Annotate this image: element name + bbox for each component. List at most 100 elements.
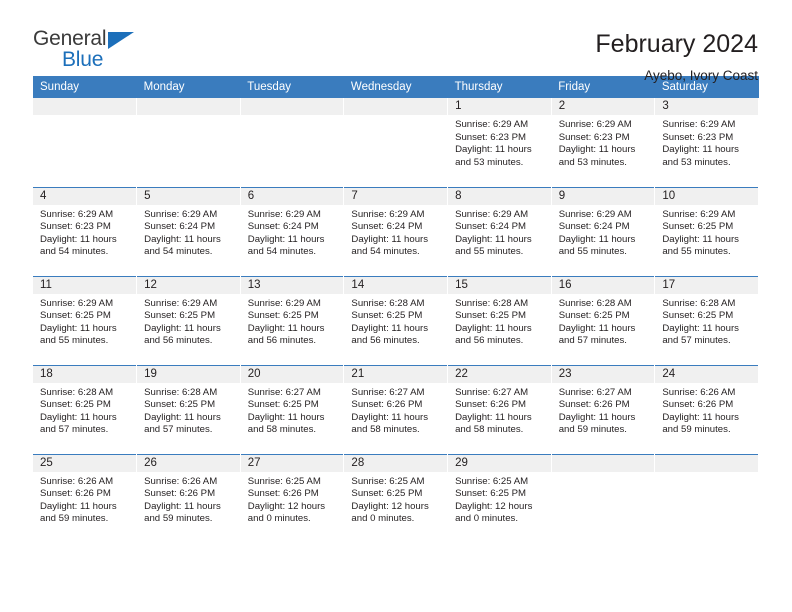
calendar-week-row: 11 Sunrise: 6:29 AM Sunset: 6:25 PM Dayligh… [33,275,759,365]
calendar-day-cell[interactable]: 26 Sunrise: 6:26 AM Sunset: 6:26 PM Dayligh… [136,453,241,543]
daylight-text: Daylight: 11 hours [247,411,325,423]
sunrise-text: Sunrise: 6:28 AM [455,297,529,309]
day-details: Sunrise: 6:29 AM Sunset: 6:24 PM Daylight:… [448,205,551,259]
calendar-day-cell[interactable]: 25 Sunrise: 6:26 AM Sunset: 6:26 PM Dayligh… [33,453,138,543]
calendar-day-cell[interactable]: 23 Sunrise: 6:27 AM Sunset: 6:26 PM Dayligh… [551,364,656,454]
day-number: 15 [448,276,551,294]
daylight-text: Daylight: 11 hours [247,322,325,334]
calendar-day-cell[interactable]: 15 Sunrise: 6:28 AM Sunset: 6:25 PM Dayligh… [447,275,552,365]
day-details: Sunrise: 6:29 AM Sunset: 6:23 PM Daylight:… [33,205,136,259]
daylight-text: Daylight: 11 hours [558,144,636,156]
calendar-day-cell[interactable]: 10 Sunrise: 6:29 AM Sunset: 6:25 PM Dayligh… [654,186,759,276]
calendar-day-cell[interactable]: 7 Sunrise: 6:29 AM Sunset: 6:24 PM Daylight… [343,186,449,276]
calendar-day-cell[interactable]: 24 Sunrise: 6:26 AM Sunset: 6:26 PM Dayligh… [654,364,759,454]
day-number: 22 [448,365,551,383]
sunrise-text: Sunrise: 6:29 AM [40,208,114,220]
daylight-text: Daylight: 11 hours [455,322,532,334]
calendar-day-cell-empty [136,98,241,187]
day-number: 23 [551,365,655,383]
day-number [240,98,344,115]
calendar-week-row: 25 Sunrise: 6:26 AM Sunset: 6:26 PM Dayligh… [33,453,759,543]
calendar-day-cell[interactable]: 29 Sunrise: 6:25 AM Sunset: 6:25 PM Dayligh… [447,453,552,543]
day-number: 7 [344,187,448,205]
sunrise-text: Sunrise: 6:25 AM [247,475,321,487]
day-number [137,98,240,115]
daylight-text: and 56 minutes. [455,335,524,347]
calendar-day-cell[interactable]: 11 Sunrise: 6:29 AM Sunset: 6:25 PM Dayligh… [33,275,138,365]
daylight-text: and 58 minutes. [455,424,524,436]
day-details: Sunrise: 6:28 AM Sunset: 6:25 PM Daylight:… [33,383,136,437]
weekday-header-wednesday: Wednesday [343,76,448,98]
calendar-day-cell[interactable]: 18 Sunrise: 6:28 AM Sunset: 6:25 PM Dayligh… [33,364,138,454]
day-details: Sunrise: 6:29 AM Sunset: 6:23 PM Daylight:… [448,115,551,169]
daylight-text: Daylight: 11 hours [662,144,739,156]
sunrise-text: Sunrise: 6:28 AM [558,297,632,309]
daylight-text: and 59 minutes. [40,513,109,525]
day-number: 3 [655,98,758,115]
calendar-day-cell[interactable]: 8 Sunrise: 6:29 AM Sunset: 6:24 PM Daylight… [447,186,552,276]
calendar-day-cell[interactable]: 4 Sunrise: 6:29 AM Sunset: 6:23 PM Daylight… [33,186,138,276]
day-number: 1 [448,98,551,115]
sunset-text: Sunset: 6:24 PM [351,221,423,233]
calendar-day-cell-empty [551,453,656,543]
day-number: 26 [137,454,240,472]
daylight-text: Daylight: 11 hours [40,411,117,423]
day-number: 13 [240,276,344,294]
calendar-day-cell[interactable]: 19 Sunrise: 6:28 AM Sunset: 6:25 PM Dayligh… [136,364,241,454]
daylight-text: and 57 minutes. [40,424,109,436]
sunrise-text: Sunrise: 6:27 AM [558,386,632,398]
sunset-text: Sunset: 6:26 PM [144,488,216,500]
daylight-text: Daylight: 11 hours [351,322,429,334]
calendar-day-cell[interactable]: 5 Sunrise: 6:29 AM Sunset: 6:24 PM Daylight… [136,186,241,276]
sunrise-text: Sunrise: 6:25 AM [455,475,529,487]
daylight-text: Daylight: 11 hours [144,411,221,423]
day-number [344,98,448,115]
calendar-day-cell[interactable]: 2 Sunrise: 6:29 AM Sunset: 6:23 PM Daylight… [551,98,656,187]
calendar-day-cell[interactable]: 20 Sunrise: 6:27 AM Sunset: 6:25 PM Dayligh… [240,364,345,454]
calendar-day-cell-empty [33,98,138,187]
sunset-text: Sunset: 6:25 PM [247,310,319,322]
sunset-text: Sunset: 6:25 PM [351,488,423,500]
calendar-day-cell[interactable]: 6 Sunrise: 6:29 AM Sunset: 6:24 PM Daylight… [240,186,345,276]
daylight-text: and 55 minutes. [455,246,524,258]
calendar-day-cell[interactable]: 9 Sunrise: 6:29 AM Sunset: 6:24 PM Daylight… [551,186,656,276]
day-number: 19 [137,365,240,383]
day-number: 21 [344,365,448,383]
calendar-day-cell[interactable]: 13 Sunrise: 6:29 AM Sunset: 6:25 PM Dayligh… [240,275,345,365]
sunrise-text: Sunrise: 6:28 AM [351,297,425,309]
daylight-text: and 53 minutes. [558,156,627,168]
calendar-day-cell[interactable]: 1 Sunrise: 6:29 AM Sunset: 6:23 PM Daylight… [447,98,552,187]
sunset-text: Sunset: 6:24 PM [247,221,319,233]
calendar-day-cell[interactable]: 27 Sunrise: 6:25 AM Sunset: 6:26 PM Dayligh… [240,453,345,543]
daylight-text: Daylight: 11 hours [144,500,221,512]
logo-text-blue: Blue [62,48,104,71]
sunset-text: Sunset: 6:25 PM [351,310,423,322]
calendar-day-cell[interactable]: 21 Sunrise: 6:27 AM Sunset: 6:26 PM Dayligh… [343,364,449,454]
weekday-header-tuesday: Tuesday [240,76,344,98]
day-details: Sunrise: 6:28 AM Sunset: 6:25 PM Daylight:… [448,294,551,348]
logo-triangle-icon [108,32,134,49]
day-number: 12 [137,276,240,294]
daylight-text: Daylight: 11 hours [662,411,739,423]
calendar-day-cell[interactable]: 16 Sunrise: 6:28 AM Sunset: 6:25 PM Dayligh… [551,275,656,365]
weekday-header-sunday: Sunday [33,76,137,98]
daylight-text: and 54 minutes. [351,246,420,258]
daylight-text: Daylight: 11 hours [455,144,532,156]
calendar-day-cell[interactable]: 14 Sunrise: 6:28 AM Sunset: 6:25 PM Dayligh… [343,275,449,365]
calendar-day-cell[interactable]: 3 Sunrise: 6:29 AM Sunset: 6:23 PM Daylight… [654,98,759,187]
calendar-day-cell[interactable]: 12 Sunrise: 6:29 AM Sunset: 6:25 PM Dayligh… [136,275,241,365]
day-number: 24 [655,365,758,383]
sunset-text: Sunset: 6:25 PM [558,310,630,322]
day-number: 16 [551,276,655,294]
day-details: Sunrise: 6:28 AM Sunset: 6:25 PM Daylight:… [655,294,758,348]
calendar-day-cell[interactable]: 28 Sunrise: 6:25 AM Sunset: 6:25 PM Dayligh… [343,453,449,543]
daylight-text: and 0 minutes. [455,513,518,525]
calendar-day-cell[interactable]: 22 Sunrise: 6:27 AM Sunset: 6:26 PM Dayligh… [447,364,552,454]
calendar-week-row: 4 Sunrise: 6:29 AM Sunset: 6:23 PM Daylight… [33,186,759,276]
weekday-header-thursday: Thursday [447,76,552,98]
day-number: 10 [655,187,758,205]
day-number [33,98,137,115]
general-blue-logo[interactable]: General Blue [33,28,139,74]
day-details: Sunrise: 6:27 AM Sunset: 6:26 PM Daylight:… [552,383,655,437]
calendar-day-cell[interactable]: 17 Sunrise: 6:28 AM Sunset: 6:25 PM Dayligh… [654,275,759,365]
